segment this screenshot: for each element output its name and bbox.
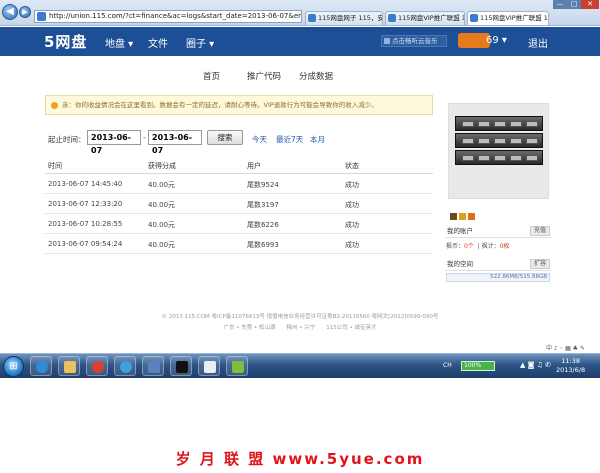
logout-link[interactable]: 退出	[528, 35, 548, 50]
start-button[interactable]: ⊞	[3, 356, 24, 377]
chrome-icon[interactable]	[86, 356, 108, 376]
taskbar: ⊞ CH 100% ▲ ◙ ♫ ✆ 11:38 2013/6/8	[0, 353, 600, 378]
footer-copyright: © 2013 115.COM 粤ICP备11076613号 增值电信业务经营许可…	[161, 314, 439, 320]
tab-promo-code[interactable]: 推广代码	[247, 70, 281, 82]
rank-badge-icon	[450, 213, 457, 220]
chat-icon[interactable]	[226, 356, 248, 376]
system-tray[interactable]: ▲ ◙ ♫ ✆	[520, 361, 551, 369]
vip-badge-icon	[468, 213, 475, 220]
table-row: 2013-06-07 14:45:40 40.00元 尾数9524 成功	[45, 174, 433, 194]
warning-icon	[51, 102, 58, 109]
terminal-icon[interactable]	[170, 356, 192, 376]
search-button[interactable]: 搜索	[207, 130, 243, 145]
ie-icon[interactable]	[30, 356, 52, 376]
column-user: 用户	[247, 162, 261, 170]
table-row: 2013-06-07 09:54:24 40.00元 尾数6993 成功	[45, 234, 433, 254]
today-link[interactable]: 今天	[252, 134, 267, 145]
site-logo[interactable]: 5网盘	[44, 31, 87, 52]
browser-toolbar: ◀ ▶ http://union.115.com/?ct=finance&ac=…	[0, 0, 600, 26]
nav-territory[interactable]: 地盘 ▾	[105, 35, 133, 50]
account-balances: 枫币：0个 | 枫计：0枚	[446, 243, 510, 250]
cloud-music-button[interactable]: 点击畅听云音乐	[381, 35, 447, 47]
column-earnings: 获得分成	[148, 162, 176, 170]
back-icon[interactable]: ◀	[2, 4, 18, 20]
server-rack-icon	[455, 150, 543, 165]
nav-files[interactable]: 文件	[148, 35, 168, 50]
battery-indicator[interactable]: 100%	[461, 361, 495, 371]
rank-badge-icon	[459, 213, 466, 220]
nav-circles[interactable]: 圈子 ▾	[186, 35, 214, 50]
minimize-button[interactable]: —	[553, 0, 567, 9]
table-row: 2013-06-07 10:28:55 40.00元 尾数6226 成功	[45, 214, 433, 234]
table-row: 2013-06-07 12:33:20 40.00元 尾数3197 成功	[45, 194, 433, 214]
maximize-button[interactable]: □	[567, 0, 581, 9]
tab-favicon-icon	[388, 14, 396, 22]
date-range-label: 起止时间：	[48, 135, 86, 144]
site-favicon-icon	[37, 12, 46, 21]
tab-home[interactable]: 首页	[203, 70, 220, 82]
column-time: 时间	[48, 162, 62, 170]
explorer-icon[interactable]	[58, 356, 80, 376]
server-rack-icon	[455, 116, 543, 131]
notice-banner: 亲：你的收益情况会在这里看到。数据会有一定的延迟，请耐心等待。VIP退款行为可能…	[45, 95, 433, 115]
table-header: 时间 获得分成 用户 状态	[45, 158, 433, 174]
date-separator: -	[143, 133, 146, 142]
browser-app-icon[interactable]	[114, 356, 136, 376]
last-7-days-link[interactable]: 最近7天	[276, 134, 303, 145]
product-image[interactable]	[448, 103, 549, 199]
watermark: 岁 月 联 盟 www.5yue.com	[175, 450, 425, 468]
network-app-icon[interactable]	[142, 356, 164, 376]
forward-icon[interactable]: ▶	[19, 6, 31, 18]
end-date-input[interactable]: 2013-06-07	[148, 130, 202, 155]
column-status: 状态	[345, 162, 359, 170]
clock[interactable]: 11:38 2013/6/8	[556, 357, 585, 375]
close-button[interactable]: ✕	[581, 0, 599, 9]
browser-tab-2[interactable]: 115网盘VIP推广联盟 115...	[385, 11, 465, 25]
server-rack-icon	[455, 133, 543, 148]
tab-favicon-icon	[308, 14, 316, 22]
username-menu[interactable]: 69 ▾	[486, 35, 507, 46]
language-indicator[interactable]: CH	[443, 362, 452, 369]
site-header: 5网盘 地盘 ▾ 文件 圈子 ▾ 点击畅听云音乐 69 ▾ 退出	[0, 27, 600, 56]
footer-links[interactable]: 广东 • 东莞 • 松山湖 梅州 • 兴宁 115公司 • 诚征英才	[0, 323, 600, 331]
document-icon[interactable]	[198, 356, 220, 376]
music-icon	[384, 38, 390, 44]
expand-button[interactable]: 扩容	[530, 259, 550, 269]
ime-toolbar[interactable]: 中 ♪ ◦ ▦ ♣ ✎	[546, 343, 585, 352]
start-date-input[interactable]: 2013-06-07	[87, 130, 141, 155]
space-usage-bar: 522.86MB/515.86GB	[446, 273, 550, 282]
recharge-button[interactable]: 充值	[530, 226, 550, 236]
address-bar[interactable]: http://union.115.com/?ct=finance&ac=logs…	[34, 10, 302, 23]
level-badges	[450, 205, 477, 224]
this-month-link[interactable]: 本月	[310, 134, 325, 145]
tab-share-data[interactable]: 分成数据	[299, 70, 333, 82]
browser-tab-1[interactable]: 115网盘网子 115，安安...	[305, 11, 383, 25]
browser-tab-3[interactable]: 115网盘VIP推广联盟 1...	[467, 11, 549, 25]
tab-favicon-icon	[470, 14, 478, 22]
